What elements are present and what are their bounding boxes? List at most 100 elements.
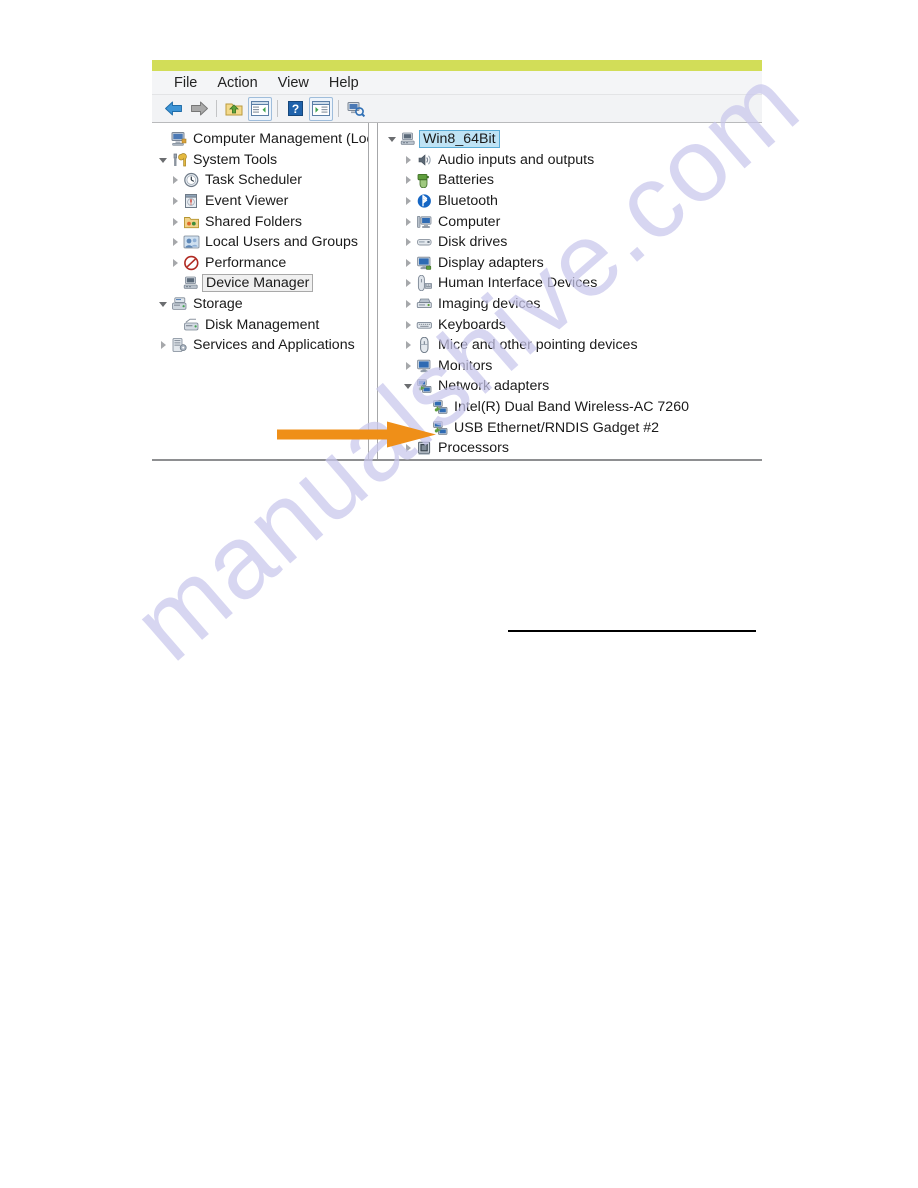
tree-item-label: Disk Management bbox=[205, 316, 320, 333]
help-icon[interactable]: ? bbox=[283, 97, 307, 121]
tree-item-label: System Tools bbox=[193, 151, 278, 168]
device-tree-pane[interactable]: Win8_64Bit Audio inputs and outputs Batt… bbox=[378, 123, 762, 459]
tree-item-storage[interactable]: Storage bbox=[155, 294, 368, 315]
twisty-collapsed-icon[interactable] bbox=[402, 153, 416, 167]
tree-item-services-and-applications[interactable]: Services and Applications bbox=[155, 335, 368, 356]
svg-text:?: ? bbox=[291, 102, 298, 116]
event-viewer-icon bbox=[183, 193, 200, 209]
twisty-collapsed-icon[interactable] bbox=[402, 297, 416, 311]
up-folder-icon[interactable] bbox=[222, 97, 246, 121]
tree-item-label: Display adapters bbox=[438, 254, 544, 271]
window-accent-bar bbox=[152, 60, 762, 71]
twisty-collapsed-icon[interactable] bbox=[169, 235, 183, 249]
tree-item-label: Event Viewer bbox=[205, 193, 289, 210]
window-body: Computer Management (Local System Tools bbox=[152, 123, 762, 461]
twisty-collapsed-icon[interactable] bbox=[169, 194, 183, 208]
menu-bar: File Action View Help bbox=[152, 71, 762, 95]
tree-item-shared-folders[interactable]: Shared Folders bbox=[155, 211, 368, 232]
monitor-icon bbox=[416, 358, 433, 374]
menu-item-action[interactable]: Action bbox=[207, 71, 267, 95]
twisty-collapsed-icon[interactable] bbox=[402, 338, 416, 352]
tree-item-mice-and-other-pointing-devices[interactable]: Mice and other pointing devices bbox=[386, 335, 762, 356]
show-hide-action-pane-icon[interactable] bbox=[309, 96, 333, 121]
tree-item-label: Imaging devices bbox=[438, 296, 541, 313]
menu-item-view[interactable]: View bbox=[268, 71, 319, 95]
tree-item-system-tools[interactable]: System Tools bbox=[155, 150, 368, 171]
bluetooth-icon bbox=[416, 193, 433, 209]
network-adapter-icon bbox=[416, 378, 433, 394]
tree-item-disk-management[interactable]: Disk Management bbox=[155, 314, 368, 335]
twisty-none bbox=[169, 318, 183, 332]
tree-item-win8-64bit[interactable]: Win8_64Bit bbox=[386, 129, 762, 150]
twisty-collapsed-icon[interactable] bbox=[402, 215, 416, 229]
tree-item-device-manager[interactable]: Device Manager bbox=[155, 273, 368, 294]
tree-item-usb-ethernet-rndis-gadget[interactable]: USB Ethernet/RNDIS Gadget #2 bbox=[386, 417, 762, 438]
twisty-expanded-icon[interactable] bbox=[157, 153, 171, 167]
system-tools-icon bbox=[171, 152, 188, 168]
tree-item-display-adapters[interactable]: Display adapters bbox=[386, 253, 762, 274]
twisty-collapsed-icon[interactable] bbox=[157, 338, 171, 352]
local-users-icon bbox=[183, 234, 200, 250]
tree-item-label: Monitors bbox=[438, 357, 493, 374]
show-hide-console-tree-icon[interactable] bbox=[248, 96, 272, 121]
tree-item-label: Disk drives bbox=[438, 234, 508, 251]
twisty-collapsed-icon[interactable] bbox=[402, 276, 416, 290]
pane-splitter[interactable] bbox=[368, 123, 378, 459]
tree-item-label: Services and Applications bbox=[193, 337, 355, 354]
tree-item-label: Storage bbox=[193, 296, 243, 313]
computer-icon bbox=[416, 214, 433, 230]
tree-item-disk-drives[interactable]: Disk drives bbox=[386, 232, 762, 253]
tree-item-task-scheduler[interactable]: Task Scheduler bbox=[155, 170, 368, 191]
tree-item-batteries[interactable]: Batteries bbox=[386, 170, 762, 191]
twisty-collapsed-icon[interactable] bbox=[169, 173, 183, 187]
menu-item-help[interactable]: Help bbox=[319, 71, 369, 95]
twisty-collapsed-icon[interactable] bbox=[402, 173, 416, 187]
tree-item-event-viewer[interactable]: Event Viewer bbox=[155, 191, 368, 212]
tree-item-network-adapters[interactable]: Network adapters bbox=[386, 376, 762, 397]
tree-item-label: Processors bbox=[438, 440, 509, 457]
tree-item-computer-management[interactable]: Computer Management (Local bbox=[155, 129, 368, 150]
footer-rule-line bbox=[508, 630, 756, 632]
tree-item-human-interface-devices[interactable]: Human Interface Devices bbox=[386, 273, 762, 294]
twisty-collapsed-icon[interactable] bbox=[169, 256, 183, 270]
scan-hardware-changes-icon[interactable] bbox=[344, 97, 368, 121]
audio-icon bbox=[416, 152, 433, 168]
tree-item-monitors[interactable]: Monitors bbox=[386, 356, 762, 377]
twisty-none bbox=[157, 132, 171, 146]
twisty-collapsed-icon[interactable] bbox=[402, 359, 416, 373]
tree-item-label: USB Ethernet/RNDIS Gadget #2 bbox=[454, 419, 660, 436]
performance-icon bbox=[183, 255, 200, 271]
tree-item-imaging-devices[interactable]: Imaging devices bbox=[386, 294, 762, 315]
twisty-collapsed-icon[interactable] bbox=[402, 235, 416, 249]
tree-item-audio-inputs-and-outputs[interactable]: Audio inputs and outputs bbox=[386, 150, 762, 171]
display-adapter-icon bbox=[416, 255, 433, 271]
twisty-collapsed-icon[interactable] bbox=[402, 256, 416, 270]
imaging-icon bbox=[416, 296, 433, 312]
twisty-collapsed-icon[interactable] bbox=[402, 318, 416, 332]
toolbar-separator bbox=[338, 100, 339, 117]
forward-icon[interactable] bbox=[187, 97, 211, 121]
tree-item-bluetooth[interactable]: Bluetooth bbox=[386, 191, 762, 212]
tree-item-intel-dual-band-wireless[interactable]: Intel(R) Dual Band Wireless-AC 7260 bbox=[386, 397, 762, 418]
orange-callout-arrow bbox=[277, 421, 437, 448]
twisty-expanded-icon[interactable] bbox=[157, 297, 171, 311]
twisty-expanded-icon[interactable] bbox=[386, 132, 400, 146]
tree-item-label: Computer Management (Local bbox=[193, 131, 368, 148]
twisty-collapsed-icon[interactable] bbox=[169, 215, 183, 229]
twisty-none bbox=[169, 276, 183, 290]
tree-item-local-users-and-groups[interactable]: Local Users and Groups bbox=[155, 232, 368, 253]
back-icon[interactable] bbox=[161, 97, 185, 121]
tree-item-label-focused: Win8_64Bit bbox=[419, 130, 500, 149]
menu-item-file[interactable]: File bbox=[164, 71, 207, 95]
tree-item-label: Shared Folders bbox=[205, 213, 302, 230]
services-apps-icon bbox=[171, 337, 188, 353]
console-tree-pane[interactable]: Computer Management (Local System Tools bbox=[152, 123, 368, 459]
tree-item-performance[interactable]: Performance bbox=[155, 253, 368, 274]
twisty-collapsed-icon[interactable] bbox=[402, 194, 416, 208]
tree-item-label: Bluetooth bbox=[438, 193, 498, 210]
tree-item-computer[interactable]: Computer bbox=[386, 211, 762, 232]
computer-management-icon bbox=[171, 131, 188, 147]
tree-item-processors[interactable]: Processors bbox=[386, 438, 762, 459]
twisty-expanded-icon[interactable] bbox=[402, 379, 416, 393]
tree-item-keyboards[interactable]: Keyboards bbox=[386, 314, 762, 335]
